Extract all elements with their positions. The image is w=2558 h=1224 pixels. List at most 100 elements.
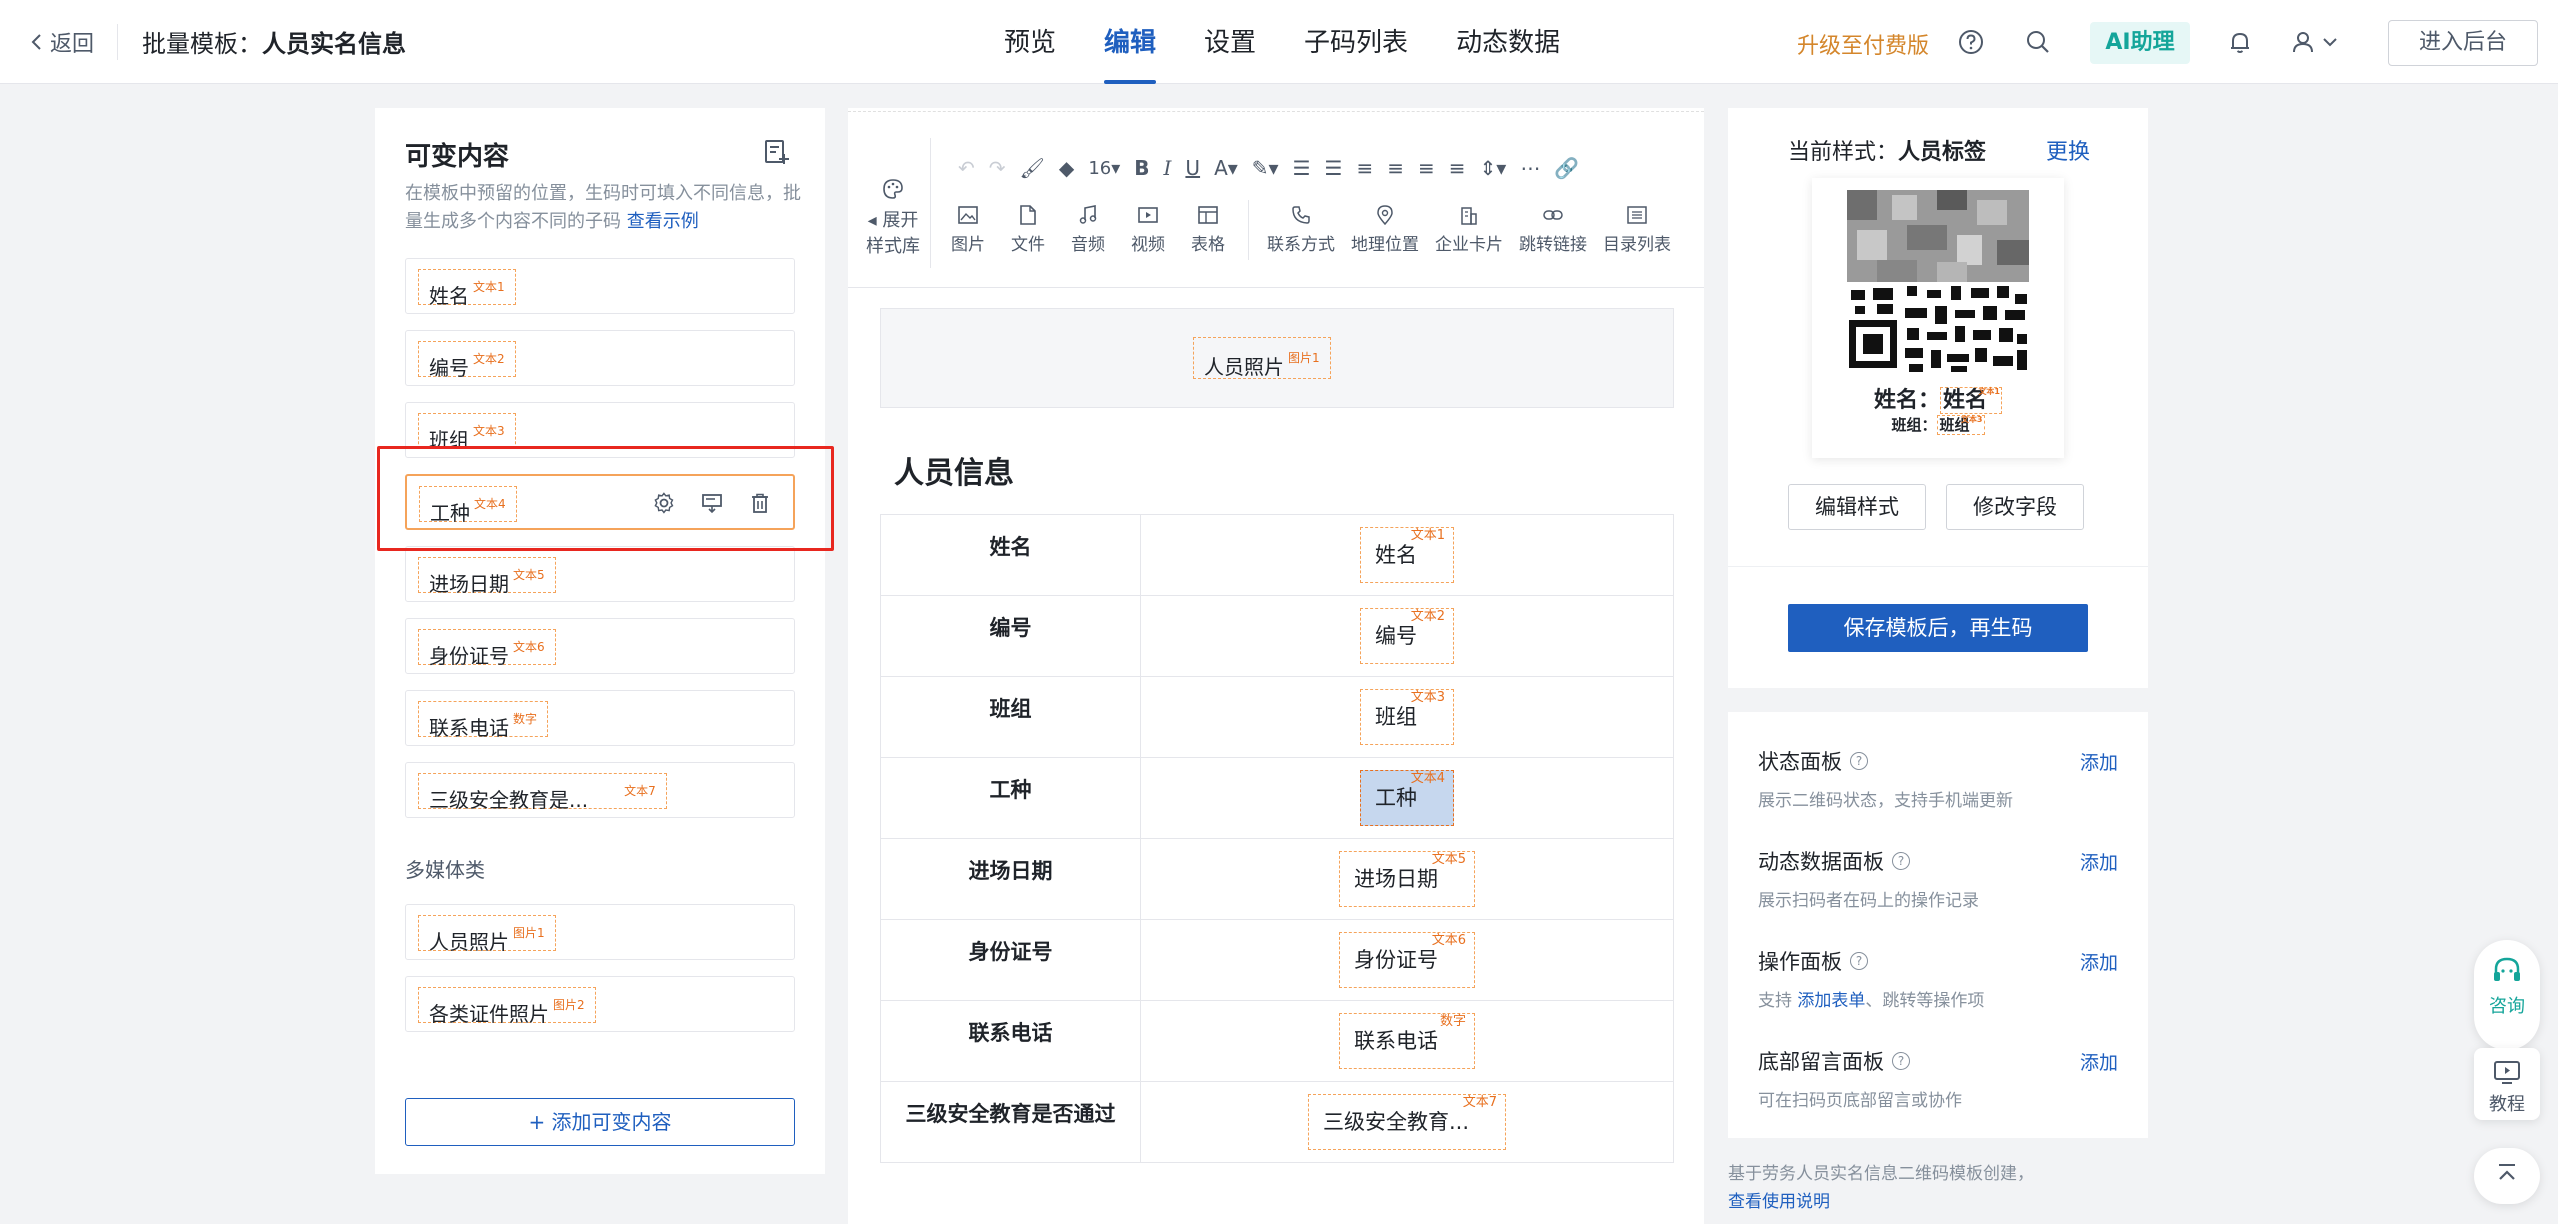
add-status-panel-link[interactable]: 添加	[2080, 748, 2118, 775]
align-justify-icon[interactable]: ≡	[1449, 156, 1466, 180]
usage-guide-link[interactable]: 查看使用说明	[1728, 1192, 1830, 1212]
align-right-icon[interactable]: ≡	[1418, 156, 1435, 180]
bold-icon[interactable]: B	[1134, 156, 1149, 180]
var-item-person-photo[interactable]: 人员照片 图片1	[405, 904, 795, 960]
help-icon[interactable]: ?	[1892, 852, 1910, 870]
add-dynamic-panel-link[interactable]: 添加	[2080, 848, 2118, 875]
redo-icon[interactable]: ↷	[989, 156, 1006, 180]
insert-to-editor-icon[interactable]	[699, 490, 725, 516]
field-tag[interactable]: 联系电话 数字	[1339, 1013, 1475, 1069]
expand-style-library-button[interactable]: ◂ 展开 样式库	[858, 178, 928, 260]
tab-preview[interactable]: 预览	[980, 0, 1080, 84]
trash-icon[interactable]	[747, 490, 773, 516]
back-button[interactable]: 返回	[30, 26, 94, 58]
table-value[interactable]: 进场日期 文本5	[1140, 838, 1674, 920]
underline-icon[interactable]: U	[1185, 156, 1200, 180]
ordered-list-icon[interactable]: ☰	[1293, 156, 1311, 180]
eraser-icon[interactable]: ◆	[1059, 156, 1074, 180]
insert-table-button[interactable]: 表格	[1178, 200, 1238, 260]
field-tag[interactable]: 进场日期 文本5	[1339, 851, 1475, 907]
field-tag: 联系电话 数字	[418, 701, 549, 740]
gear-icon[interactable]	[651, 490, 677, 516]
divider-insert-icon[interactable]: ⋯	[1520, 156, 1540, 180]
insert-company-card-button[interactable]: 企业卡片	[1427, 200, 1511, 260]
font-color-icon[interactable]: A▾	[1214, 156, 1238, 180]
section-title: 人员信息	[894, 456, 1014, 491]
add-field-icon[interactable]	[763, 138, 793, 168]
table-value[interactable]: 身份证号 文本6	[1140, 919, 1674, 1001]
add-message-panel-link[interactable]: 添加	[2080, 1048, 2118, 1075]
line-height-icon[interactable]: ⇕▾	[1480, 156, 1507, 180]
table-key: 班组	[880, 676, 1141, 758]
var-item-number[interactable]: 编号 文本2	[405, 330, 795, 386]
link-icon[interactable]: 🔗	[1554, 156, 1579, 180]
field-tag[interactable]: 人员照片 图片1	[1193, 337, 1331, 379]
table-value[interactable]: 班组 文本3	[1140, 676, 1674, 758]
search-icon[interactable]	[2020, 24, 2056, 60]
table-value[interactable]: 工种 文本4	[1140, 757, 1674, 839]
divider	[848, 108, 1704, 112]
insert-image-button[interactable]: 图片	[938, 200, 998, 260]
insert-file-button[interactable]: 文件	[998, 200, 1058, 260]
insert-audio-button[interactable]: 音频	[1058, 200, 1118, 260]
field-tag[interactable]: 编号 文本2	[1360, 608, 1454, 664]
change-style-link[interactable]: 更换	[2046, 134, 2090, 166]
tab-edit[interactable]: 编辑	[1080, 0, 1180, 84]
upgrade-link[interactable]: 升级至付费版	[1797, 28, 1929, 60]
var-item-team[interactable]: 班组 文本3	[405, 402, 795, 458]
help-icon[interactable]	[1953, 24, 1989, 60]
format-painter-icon[interactable]: 🖌	[1020, 156, 1045, 180]
help-icon[interactable]: ?	[1892, 1052, 1910, 1070]
bell-icon[interactable]	[2222, 24, 2258, 60]
view-example-link[interactable]: 查看示例	[627, 211, 699, 232]
var-item-certificate-photos[interactable]: 各类证件照片 图片2	[405, 976, 795, 1032]
field-tag[interactable]: 三级安全教育... 文本7	[1307, 1094, 1507, 1150]
add-variable-button[interactable]: + 添加可变内容	[405, 1098, 795, 1146]
table-value[interactable]: 联系电话 数字	[1140, 1000, 1674, 1082]
insert-location-button[interactable]: 地理位置	[1343, 200, 1427, 260]
back-to-top-button[interactable]	[2474, 1148, 2540, 1204]
tab-dynamic-data[interactable]: 动态数据	[1432, 0, 1584, 84]
table-value[interactable]: 姓名 文本1	[1140, 514, 1674, 596]
align-center-icon[interactable]: ≡	[1387, 156, 1404, 180]
insert-label: 地理位置	[1351, 235, 1419, 255]
tab-settings[interactable]: 设置	[1180, 0, 1280, 84]
insert-label: 音频	[1071, 235, 1105, 255]
var-item-safety-education[interactable]: 三级安全教育是... 文本7	[405, 762, 795, 818]
field-tag[interactable]: 姓名 文本1	[1360, 527, 1454, 583]
add-form-link[interactable]: 添加表单	[1797, 991, 1865, 1011]
font-size-select[interactable]: 16▾	[1088, 158, 1120, 179]
var-item-job-type[interactable]: 工种 文本4	[405, 474, 795, 530]
var-item-name[interactable]: 姓名 文本1	[405, 258, 795, 314]
add-operation-panel-link[interactable]: 添加	[2080, 948, 2118, 975]
consult-button[interactable]: 咨询	[2474, 940, 2540, 1050]
field-tag[interactable]: 班组 文本3	[1360, 689, 1454, 745]
edit-fields-button[interactable]: 修改字段	[1946, 484, 2084, 530]
var-item-phone[interactable]: 联系电话 数字	[405, 690, 795, 746]
insert-contact-button[interactable]: 联系方式	[1259, 200, 1343, 260]
insert-jump-link-button[interactable]: 跳转链接	[1511, 200, 1595, 260]
tutorial-button[interactable]: 教程	[2474, 1048, 2540, 1120]
save-template-button[interactable]: 保存模板后，再生码	[1788, 604, 2088, 652]
user-menu[interactable]	[2284, 24, 2344, 60]
edit-style-button[interactable]: 编辑样式	[1788, 484, 1926, 530]
help-icon[interactable]: ?	[1850, 952, 1868, 970]
table-value[interactable]: 三级安全教育... 文本7	[1140, 1081, 1674, 1163]
highlight-color-icon[interactable]: ✎▾	[1252, 156, 1279, 180]
italic-icon[interactable]: I	[1164, 156, 1172, 180]
help-icon[interactable]: ?	[1850, 752, 1868, 770]
tab-subcode-list[interactable]: 子码列表	[1280, 0, 1432, 84]
unordered-list-icon[interactable]: ☰	[1325, 156, 1343, 180]
insert-toc-button[interactable]: 目录列表	[1595, 200, 1679, 260]
insert-video-button[interactable]: 视频	[1118, 200, 1178, 260]
enter-admin-button[interactable]: 进入后台	[2388, 20, 2538, 66]
photo-placeholder[interactable]: 人员照片 图片1	[880, 308, 1674, 408]
table-value[interactable]: 编号 文本2	[1140, 595, 1674, 677]
align-left-icon[interactable]: ≡	[1356, 156, 1373, 180]
field-tag[interactable]: 身份证号 文本6	[1339, 932, 1475, 988]
undo-icon[interactable]: ↶	[958, 156, 975, 180]
var-item-entry-date[interactable]: 进场日期 文本5	[405, 546, 795, 602]
ai-assistant-button[interactable]: AI助理	[2090, 22, 2190, 64]
field-tag-selected[interactable]: 工种 文本4	[1360, 770, 1454, 826]
var-item-id-number[interactable]: 身份证号 文本6	[405, 618, 795, 674]
